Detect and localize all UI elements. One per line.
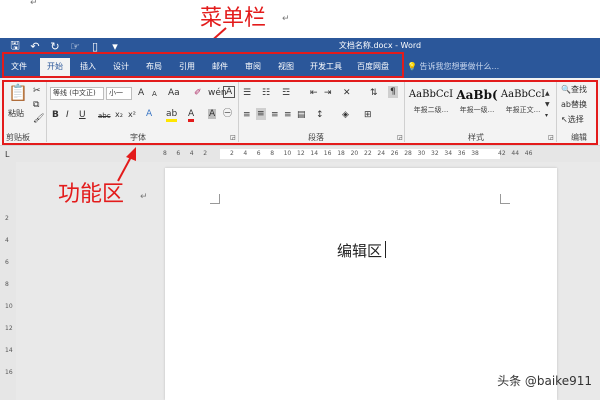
vertical-ruler-tick: 10	[5, 303, 13, 310]
ruler-tick: 2	[230, 150, 234, 157]
ruler-tick: 46	[524, 150, 533, 157]
ruler-tick: 8	[270, 150, 275, 157]
ruler-tick: 18	[337, 150, 345, 157]
ruler-tick: 12	[297, 150, 305, 157]
ruler-tick: 22	[364, 150, 372, 157]
ruler-tick: 16	[323, 150, 332, 157]
ruler-tick: 30	[417, 150, 426, 157]
edit-area-text[interactable]: 编辑区	[337, 240, 382, 261]
redo-icon[interactable]: ↻	[48, 40, 62, 53]
ruler-tick: 28	[404, 150, 412, 157]
window-title: 文档名称.docx - Word	[338, 41, 422, 50]
customize-qat-icon[interactable]: ▾	[108, 40, 122, 53]
lightbulb-icon: 💡	[407, 62, 417, 71]
tell-me-search[interactable]: 💡 告诉我您想要做什么...	[407, 58, 499, 76]
vertical-ruler-tick: 14	[5, 347, 13, 354]
ruler-tick: 4	[189, 150, 194, 157]
paragraph-mark-top: ↵	[30, 0, 38, 8]
ruler-tick: 6	[256, 150, 261, 157]
tab-selector-icon[interactable]: L	[5, 150, 9, 160]
ribbon-arrow	[117, 147, 136, 182]
vertical-ruler-tick: 4	[5, 237, 9, 244]
touch-mode-icon[interactable]: ☞	[68, 40, 82, 53]
vertical-ruler-tick: 16	[5, 369, 13, 376]
ruler-tick: 4	[243, 150, 248, 157]
watermark: 头条 @baike911	[497, 374, 592, 388]
undo-icon[interactable]: ↶	[28, 40, 42, 53]
ruler-tick: 38	[471, 150, 479, 157]
ruler-tick: 32	[431, 150, 439, 157]
margin-corner	[500, 194, 510, 204]
vertical-ruler-tick: 8	[5, 281, 9, 288]
ruler-tick: 6	[176, 150, 181, 157]
ruler-tick: 14	[310, 150, 319, 157]
ribbon-highlight	[2, 80, 598, 145]
menu-bar-highlight	[2, 52, 404, 78]
ruler-tick: 44	[511, 150, 520, 157]
vertical-ruler-tick: 2	[5, 215, 9, 222]
ribbon-annotation: 功能区	[58, 182, 125, 207]
vertical-ruler-tick: 12	[5, 325, 13, 332]
ruler-tick: 2	[203, 150, 208, 157]
text-cursor	[385, 241, 386, 258]
paragraph-mark: ↵	[140, 192, 148, 202]
new-document-icon[interactable]: ▯	[88, 40, 102, 53]
ruler-tick: 42	[498, 150, 506, 157]
document-page[interactable]	[165, 168, 557, 400]
ruler-tick: 36	[457, 150, 466, 157]
ruler-tick: 26	[390, 150, 399, 157]
ruler-tick: 34	[444, 150, 453, 157]
ruler-tick: 10	[283, 150, 292, 157]
ruler-tick: 8	[163, 150, 167, 157]
ruler-tick: 20	[350, 150, 359, 157]
vertical-ruler-tick: 6	[5, 259, 9, 266]
paragraph-mark: ↵	[282, 14, 290, 24]
ruler-tick: 24	[377, 150, 386, 157]
margin-corner	[210, 194, 220, 204]
